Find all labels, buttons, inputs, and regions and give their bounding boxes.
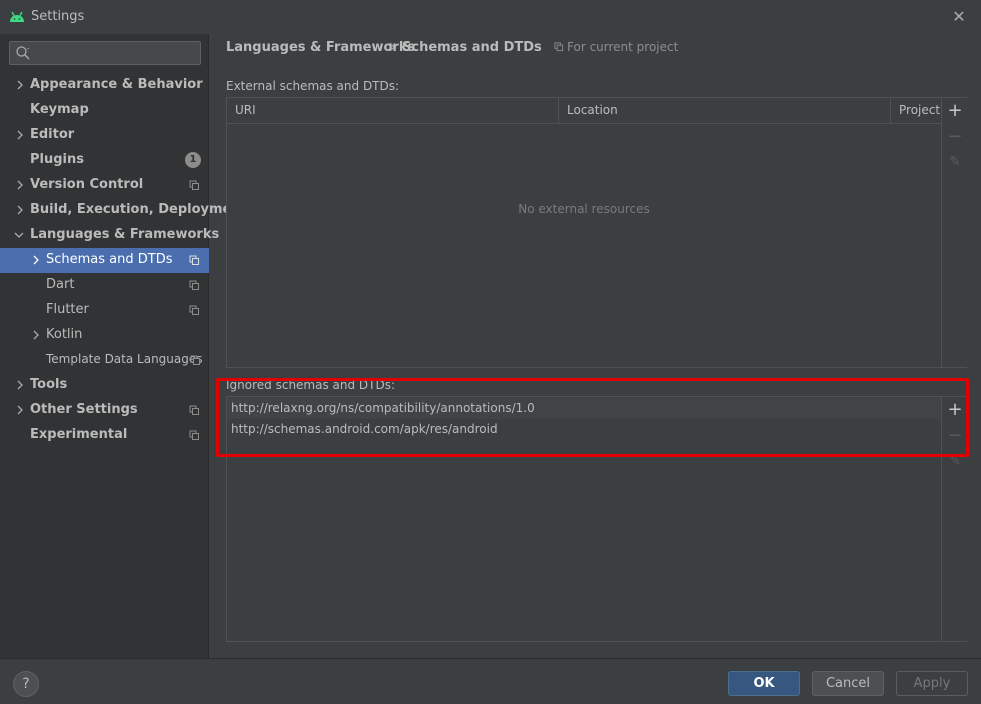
breadcrumb-current: Schemas and DTDs — [402, 40, 542, 55]
project-scope-icon — [189, 405, 199, 415]
plugins-update-badge: 1 — [185, 152, 201, 168]
sidebar-item-label: Flutter — [46, 302, 89, 317]
title-bar: Settings ✕ — [0, 0, 981, 34]
add-icon[interactable]: + — [942, 99, 968, 123]
sidebar-item-label: Appearance & Behavior — [30, 77, 203, 92]
edit-icon[interactable]: ✎ — [942, 150, 968, 174]
sidebar-item-build-execution-deployment[interactable]: Build, Execution, Deployment — [0, 198, 247, 223]
chevron-right-icon — [33, 255, 39, 265]
cancel-button[interactable]: Cancel — [812, 671, 884, 696]
chevron-right-icon — [17, 180, 23, 190]
dialog-footer: ? OK Cancel Apply — [0, 658, 981, 704]
project-scope-icon — [189, 430, 199, 440]
sidebar-item-editor[interactable]: Editor — [0, 123, 209, 148]
sidebar-item-schemas-dtds[interactable]: Schemas and DTDs — [0, 248, 209, 273]
settings-sidebar: Appearance & Behavior Keymap Editor Plug… — [0, 34, 247, 658]
ignored-list-toolbar: + − ✎ — [941, 397, 967, 641]
breadcrumb-separator-icon — [389, 42, 395, 52]
list-item[interactable]: http://relaxng.org/ns/compatibility/anno… — [227, 398, 941, 419]
sidebar-item-label: Version Control — [30, 177, 144, 192]
table-header: URI Location Project — [227, 98, 941, 124]
sidebar-item-other-settings[interactable]: Other Settings — [0, 398, 209, 423]
sidebar-item-label: Schemas and DTDs — [46, 252, 173, 267]
project-scope-icon — [190, 355, 200, 365]
chevron-right-icon — [17, 205, 23, 215]
sidebar-item-label: Languages & Frameworks — [30, 227, 220, 242]
column-header-location[interactable]: Location — [559, 98, 891, 123]
window-title: Settings — [31, 9, 85, 24]
edit-icon[interactable]: ✎ — [942, 449, 968, 473]
ignored-schemas-label: Ignored schemas and DTDs: — [226, 378, 396, 392]
close-icon[interactable]: ✕ — [948, 6, 970, 28]
external-table-toolbar: + − ✎ — [941, 98, 967, 367]
sidebar-item-dart[interactable]: Dart — [0, 273, 209, 298]
search-input[interactable] — [34, 44, 194, 62]
sidebar-item-flutter[interactable]: Flutter — [0, 298, 209, 323]
project-scope-icon — [189, 305, 199, 315]
chevron-right-icon — [33, 330, 39, 340]
search-field[interactable] — [9, 41, 201, 65]
ok-button[interactable]: OK — [728, 671, 800, 696]
remove-icon[interactable]: − — [942, 424, 968, 448]
column-header-uri[interactable]: URI — [227, 98, 559, 123]
chevron-right-icon — [17, 80, 23, 90]
sidebar-item-label: Plugins — [30, 152, 84, 167]
sidebar-item-experimental[interactable]: Experimental — [0, 423, 209, 448]
sidebar-item-label: Other Settings — [30, 402, 138, 417]
sidebar-item-languages-frameworks[interactable]: Languages & Frameworks — [0, 223, 219, 248]
external-schemas-table[interactable]: URI Location Project No external resourc… — [226, 97, 967, 368]
sidebar-item-label: Template Data Languages — [46, 352, 203, 366]
project-scope-icon — [554, 42, 564, 52]
chevron-right-icon — [17, 380, 23, 390]
project-scope-icon — [189, 180, 199, 190]
scope-label: For current project — [567, 40, 679, 54]
sidebar-item-label: Tools — [30, 377, 68, 392]
apply-button[interactable]: Apply — [896, 671, 968, 696]
sidebar-item-label: Experimental — [30, 427, 128, 442]
ignored-schemas-list[interactable]: http://relaxng.org/ns/compatibility/anno… — [226, 396, 967, 642]
add-icon[interactable]: + — [942, 398, 968, 422]
external-schemas-label: External schemas and DTDs: — [226, 79, 400, 93]
sidebar-item-label: Dart — [46, 277, 75, 292]
chevron-right-icon — [17, 130, 23, 140]
breadcrumb-parent[interactable]: Languages & Frameworks — [226, 40, 415, 55]
project-scope-icon — [189, 255, 199, 265]
chevron-down-icon — [14, 232, 24, 238]
sidebar-item-template-data-languages[interactable]: Template Data Languages — [0, 348, 209, 373]
sidebar-item-label: Build, Execution, Deployment — [30, 202, 247, 217]
list-item[interactable]: http://schemas.android.com/apk/res/andro… — [227, 419, 941, 440]
sidebar-item-label: Kotlin — [46, 327, 83, 342]
sidebar-item-label: Keymap — [30, 102, 89, 117]
empty-state-text: No external resources — [518, 202, 650, 216]
sidebar-item-tools[interactable]: Tools — [0, 373, 209, 398]
project-scope-icon — [189, 280, 199, 290]
remove-icon[interactable]: − — [942, 125, 968, 149]
sidebar-item-appearance-behavior[interactable]: Appearance & Behavior — [0, 73, 209, 98]
sidebar-item-label: Editor — [30, 127, 75, 142]
chevron-right-icon — [17, 405, 23, 415]
sidebar-item-kotlin[interactable]: Kotlin — [0, 323, 209, 348]
column-header-project[interactable]: Project — [891, 98, 941, 123]
android-icon — [10, 11, 24, 22]
search-icon — [16, 46, 30, 60]
sidebar-item-plugins[interactable]: Plugins 1 — [0, 148, 209, 173]
sidebar-item-version-control[interactable]: Version Control — [0, 173, 209, 198]
sidebar-item-keymap[interactable]: Keymap — [0, 98, 209, 123]
help-button[interactable]: ? — [13, 671, 39, 697]
